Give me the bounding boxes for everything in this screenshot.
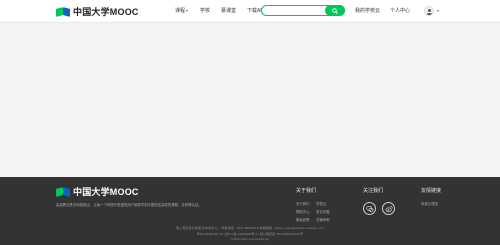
personal-center-link[interactable]: 个人中心 bbox=[390, 7, 410, 14]
footer-copyright-line-3: ©2014-2021 icourse163.org bbox=[230, 237, 270, 241]
nav-courses-label: 课程 bbox=[175, 8, 186, 14]
search-input[interactable] bbox=[267, 7, 317, 14]
wechat-icon bbox=[365, 205, 373, 212]
footer-copyright-line-2: 粤B2-20090191-18 | 浙ICP备 10200680号-3 | 浙公… bbox=[196, 232, 304, 236]
footer-link-privacy[interactable]: 隐私政策 bbox=[296, 217, 310, 222]
footer-follow-title: 关注我们 bbox=[363, 188, 384, 194]
footer-description: 由高教社携手网易推出，让每一个有提升愿望的用户能够学到中国知名高校的课程，并获得… bbox=[56, 203, 202, 207]
avatar[interactable] bbox=[424, 6, 434, 16]
footer-logo[interactable]: 中国大学MOOC bbox=[56, 186, 139, 197]
my-school-cloud-label: 我的学校云 bbox=[355, 8, 381, 14]
footer-copyright-line-1: 网上有害信息举报(涉未成年人)：举报电话：0571-89853516 举报邮箱：… bbox=[176, 226, 324, 230]
footer-link-study163[interactable]: 网易云课堂 bbox=[421, 201, 438, 206]
footer-link-school-cloud[interactable]: 学校云 bbox=[316, 201, 326, 206]
wechat-button[interactable] bbox=[363, 202, 376, 215]
nav-classroom[interactable]: 慕课堂 bbox=[221, 7, 236, 14]
chevron-down-icon: ▾ bbox=[186, 8, 189, 13]
chevron-down-icon[interactable]: ▾ bbox=[437, 8, 439, 13]
footer-link-about[interactable]: 关于我们 bbox=[296, 201, 310, 206]
weibo-button[interactable] bbox=[382, 202, 395, 215]
weibo-icon bbox=[384, 205, 393, 212]
my-school-cloud-link[interactable]: 我的学校云 bbox=[355, 7, 380, 14]
main-content bbox=[0, 23, 500, 177]
footer-about-title: 关于我们 bbox=[296, 188, 317, 194]
search-icon bbox=[332, 7, 338, 14]
footer-link-faq[interactable]: 常见问题 bbox=[316, 209, 330, 214]
site-footer: 中国大学MOOC 由高教社携手网易推出，让每一个有提升愿望的用户能够学到中国知名… bbox=[0, 177, 500, 245]
nav-schools-label: 学校 bbox=[200, 8, 211, 14]
nav-classroom-label: 慕课堂 bbox=[221, 8, 237, 14]
nav-schools[interactable]: 学校 bbox=[200, 7, 210, 14]
footer-link-help[interactable]: 帮助中心 bbox=[296, 209, 310, 214]
footer-link-legal[interactable]: 法律声明 bbox=[316, 217, 330, 222]
top-header: 中国大学MOOC 课程▾ 学校 慕课堂 下载APP 我的学校云 个人中心 ▾ bbox=[0, 0, 500, 23]
search-button[interactable] bbox=[325, 5, 345, 16]
nav-courses[interactable]: 课程▾ bbox=[175, 7, 188, 14]
logo-mark-icon bbox=[56, 186, 70, 197]
logo-mark-icon bbox=[56, 6, 70, 17]
personal-center-label: 个人中心 bbox=[390, 8, 411, 14]
site-logo[interactable]: 中国大学MOOC bbox=[56, 6, 139, 17]
search-box bbox=[261, 5, 345, 16]
footer-logo-text: 中国大学MOOC bbox=[73, 187, 139, 197]
logo-text: 中国大学MOOC bbox=[73, 7, 139, 17]
footer-friends-title: 友情链接 bbox=[421, 188, 442, 194]
